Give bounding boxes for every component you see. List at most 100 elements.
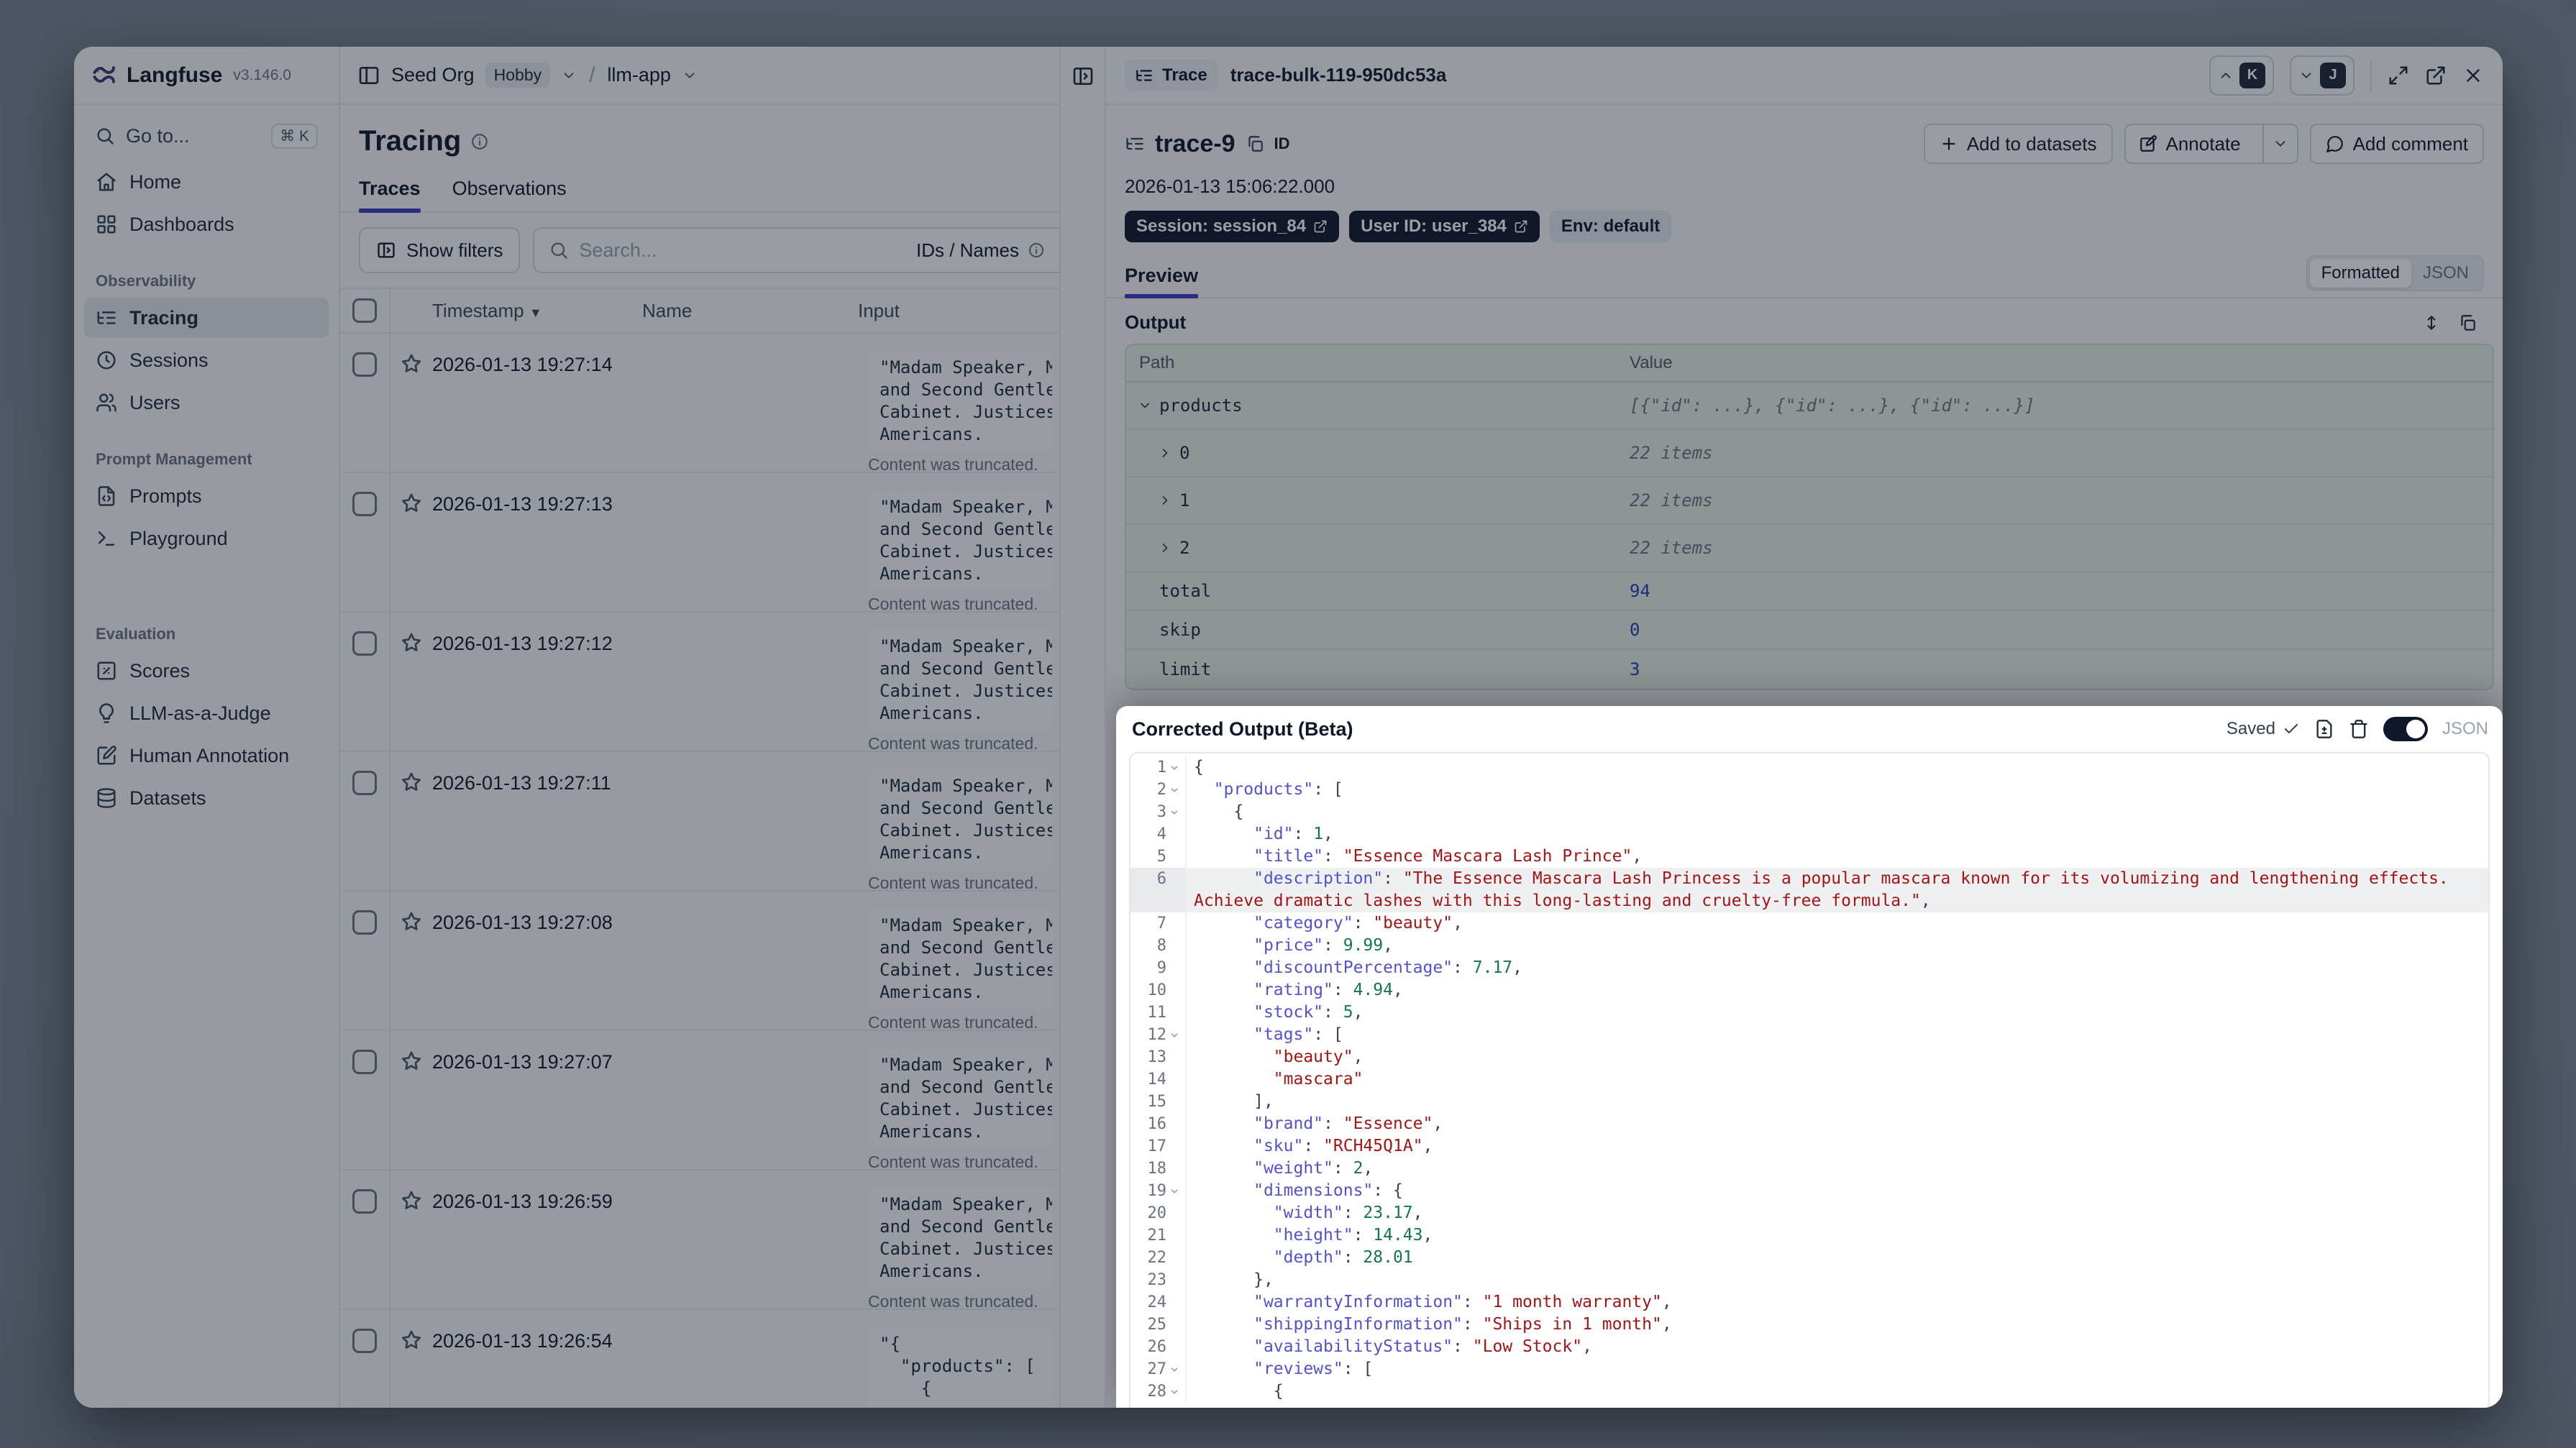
trace-table-row[interactable]: 2026-01-13 19:27:12 "Madam Speaker, M and… [340,613,1059,752]
sidebar-item-prompts[interactable]: Prompts [84,476,329,516]
panel-expand-icon[interactable] [1072,65,1095,88]
fold-chevron-icon[interactable] [1169,1380,1182,1403]
trash-icon[interactable] [2349,719,2369,739]
trace-table-row[interactable]: 2026-01-13 19:27:08 "Madam Speaker, M and… [340,892,1059,1031]
editor-line: 3 { [1131,801,2488,823]
sidebar-item-dashboards[interactable]: Dashboards [84,204,329,244]
row-checkbox[interactable] [352,492,377,516]
row-checkbox[interactable] [352,1189,377,1214]
fold-chevron-icon[interactable] [1169,1024,1182,1046]
sidebar-item-home[interactable]: Home [84,162,329,202]
sidebar-item-playground[interactable]: Playground [84,518,329,559]
output-path[interactable]: 2 [1126,538,1630,558]
fold-chevron-icon[interactable] [1169,1358,1182,1380]
brand-name[interactable]: Langfuse [127,63,222,88]
breadcrumb-org[interactable]: Seed Org [391,64,475,86]
star-icon[interactable] [400,631,423,654]
copy-output-icon[interactable] [2458,313,2477,332]
fold-chevron-icon[interactable] [1169,1180,1182,1202]
user-badge[interactable]: User ID: user_384 [1349,211,1540,242]
star-icon[interactable] [400,910,423,933]
show-filters-button[interactable]: Show filters [359,227,521,273]
sidebar-item-sessions[interactable]: Sessions [84,340,329,380]
editor-gutter: 8 [1131,935,1187,957]
trace-table-row[interactable]: 2026-01-13 19:27:13 "Madam Speaker, M and… [340,473,1059,613]
format-formatted[interactable]: Formatted [2309,259,2411,288]
breadcrumb-project[interactable]: llm-app [607,64,671,86]
star-icon[interactable] [400,1189,423,1212]
sidebar-item-scores[interactable]: Scores [84,651,329,691]
corrected-output-editor[interactable]: 1{2 "products": [3 {4 "id": 1, 5 "title":… [1129,752,2490,1408]
next-trace-button[interactable]: J [2290,55,2355,96]
editor-line: 10 "rating": 4.94, [1131,979,2488,1002]
trace-table-row[interactable]: 2026-01-13 19:27:07 "Madam Speaker, M and… [340,1031,1059,1170]
star-icon[interactable] [400,352,423,375]
col-input[interactable]: Input [858,300,1059,322]
sidebar-toggle-icon[interactable] [357,64,380,87]
fold-chevron-icon[interactable] [1169,756,1182,779]
chevron-right-icon[interactable] [1158,541,1177,555]
add-comment-button[interactable]: Add comment [2309,124,2484,164]
maximize-icon[interactable] [2388,65,2409,86]
copy-id-icon[interactable] [1246,134,1264,153]
trace-icon [1135,66,1154,85]
search-mode-select[interactable]: IDs / Names [916,239,1045,262]
tab-traces[interactable]: Traces [359,178,421,213]
chevron-up-icon [2218,68,2234,83]
file-diff-icon[interactable] [2314,719,2334,739]
star-icon[interactable] [400,1329,423,1352]
sidebar-item-llm-as-a-judge[interactable]: LLM-as-a-Judge [84,693,329,733]
chevron-down-icon[interactable] [682,68,698,83]
output-path[interactable]: 0 [1126,443,1630,463]
tab-preview[interactable]: Preview [1125,265,1199,298]
fold-slot [1169,1046,1182,1068]
session-badge[interactable]: Session: session_84 [1125,211,1340,242]
star-icon[interactable] [400,1050,423,1073]
select-all-checkbox[interactable] [352,298,377,323]
tab-observations[interactable]: Observations [452,178,567,211]
close-icon[interactable] [2462,65,2484,86]
go-to-search[interactable]: Go to... ⌘ K [84,115,329,157]
add-to-datasets-button[interactable]: Add to datasets [1923,124,2113,164]
search-input[interactable]: Search... IDs / Names [533,227,1059,273]
chevron-down-icon[interactable] [1138,398,1156,413]
chevron-right-icon[interactable] [1158,446,1177,460]
resize-vertical-icon[interactable] [2422,313,2441,332]
trace-table-row[interactable]: 2026-01-13 19:27:11 "Madam Speaker, M and… [340,752,1059,892]
sidebar-item-datasets[interactable]: Datasets [84,778,329,818]
col-name[interactable]: Name [642,300,858,322]
output-path[interactable]: products [1126,395,1630,416]
row-checkbox[interactable] [352,1329,377,1353]
annotate-menu-button[interactable] [2262,125,2297,162]
star-icon[interactable] [400,492,423,515]
row-checkbox[interactable] [352,910,377,935]
output-path[interactable]: 1 [1126,490,1630,510]
sidebar-item-users[interactable]: Users [84,382,329,423]
annotate-button[interactable]: Annotate [2126,125,2254,162]
chevron-right-icon[interactable] [1158,493,1177,508]
open-in-new-icon[interactable] [2425,65,2447,86]
trace-table-row[interactable]: 2026-01-13 19:26:54 "{ "products": [ { [340,1310,1059,1408]
row-star-cell [390,473,432,611]
sidebar-item-tracing[interactable]: Tracing [84,298,329,338]
col-timestamp[interactable]: Timestamp ▼ [432,300,642,322]
row-checkbox[interactable] [352,771,377,795]
trace-table-row[interactable]: 2026-01-13 19:26:59 "Madam Speaker, M and… [340,1170,1059,1310]
row-name [642,1031,858,1169]
row-checkbox[interactable] [352,352,377,377]
fold-chevron-icon[interactable] [1169,801,1182,823]
row-checkbox[interactable] [352,1050,377,1074]
trace-table-row[interactable]: 2026-01-13 19:27:14 "Madam Speaker, M and… [340,334,1059,473]
fold-chevron-icon[interactable] [1169,779,1182,801]
env-badge-label: Env: default [1561,216,1661,236]
json-toggle[interactable] [2383,717,2428,741]
sidebar-item-human-annotation[interactable]: Human Annotation [84,736,329,776]
line-number: 9 [1156,959,1166,977]
format-json[interactable]: JSON [2411,259,2480,288]
chevron-down-icon[interactable] [561,68,577,83]
row-checkbox[interactable] [352,631,377,656]
prev-trace-button[interactable]: K [2209,55,2274,96]
output-path: limit [1126,659,1630,679]
star-icon[interactable] [400,771,423,794]
trace-icon [1125,134,1145,154]
